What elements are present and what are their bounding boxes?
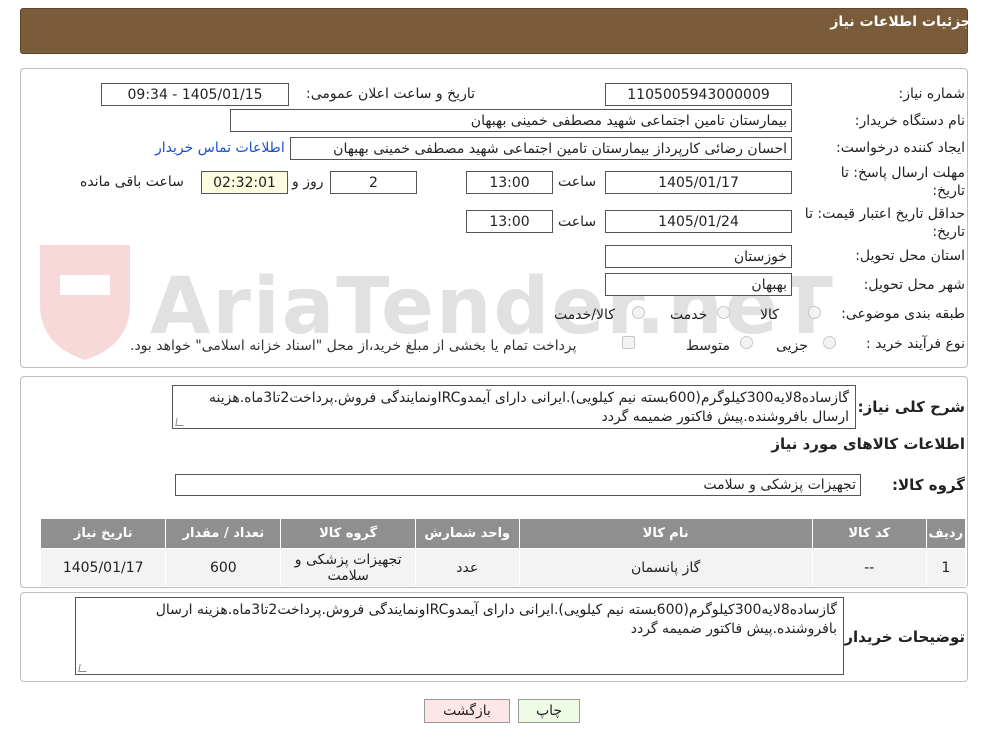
col-date: تاریخ نیاز <box>39 518 167 549</box>
process-option-medium: متوسط <box>686 338 730 354</box>
page-title: جزئیات اطلاعات نیاز <box>830 14 971 30</box>
process-option-minor: جزیی <box>776 338 808 354</box>
col-row: ردیف <box>925 518 967 549</box>
resize-handle-icon[interactable] <box>175 418 185 426</box>
cell-date: 1405/01/17 <box>39 548 167 587</box>
announce-label: تاریخ و ساعت اعلان عمومی: <box>306 86 475 102</box>
cell-code: -- <box>811 548 927 587</box>
need-number-label: شماره نیاز: <box>898 86 966 102</box>
resize-handle-icon[interactable] <box>78 664 88 672</box>
buyer-contact-link[interactable]: اطلاعات تماس خریدار <box>155 140 285 156</box>
creator-field: احسان رضائی کارپرداز بیمارستان تامین اجت… <box>290 137 792 160</box>
process-label: نوع فرآیند خرید : <box>866 336 965 352</box>
remaining-time-field: 02:32:01 <box>201 171 288 194</box>
buyer-org-label: نام دستگاه خریدار: <box>854 113 965 129</box>
col-group: گروه کالا <box>280 518 416 549</box>
treasury-checkbox[interactable] <box>622 336 635 349</box>
validity-label: حداقل تاریخ اعتبار قیمت: تا <box>804 206 965 222</box>
process-radio-minor[interactable] <box>823 336 836 349</box>
table-header-row: ردیف کد کالا نام کالا واحد شمارش گروه کا… <box>39 518 967 549</box>
cell-unit: عدد <box>414 548 520 587</box>
category-option-goods: کالا <box>760 307 779 323</box>
back-button[interactable]: بازگشت <box>424 699 510 723</box>
city-label: شهر محل تحویل: <box>863 277 965 293</box>
deadline-label: مهلت ارسال پاسخ: تا <box>840 165 965 181</box>
goods-table: ردیف کد کالا نام کالا واحد شمارش گروه کا… <box>39 518 967 587</box>
validity-time-field: 13:00 <box>466 210 553 233</box>
city-field: بهبهان <box>605 273 792 296</box>
deadline-time-field: 13:00 <box>466 171 553 194</box>
buyer-notes-label: توضیحات خریدار: <box>838 628 965 646</box>
goods-group-field: تجهیزات پزشکی و سلامت <box>175 474 861 496</box>
creator-label: ایجاد کننده درخواست: <box>836 140 965 156</box>
validity-time-label: ساعت <box>558 214 597 230</box>
description-label: شرح کلی نیاز: <box>857 398 965 416</box>
category-option-goods-service: کالا/خدمت <box>554 307 615 323</box>
cell-row: 1 <box>925 548 967 587</box>
validity-label-2: تاریخ: <box>932 224 965 240</box>
description-textarea[interactable]: گازساده8لایه300کیلوگرم(600بسته نیم کیلوی… <box>172 385 856 429</box>
category-radio-service[interactable] <box>717 306 730 319</box>
validity-date-field: 1405/01/24 <box>605 210 792 233</box>
category-radio-goods-service[interactable] <box>632 306 645 319</box>
description-text: گازساده8لایه300کیلوگرم(600بسته نیم کیلوی… <box>209 390 849 425</box>
process-radio-medium[interactable] <box>740 336 753 349</box>
announce-field: 1405/01/15 - 09:34 <box>101 83 289 106</box>
deadline-time-label: ساعت <box>558 174 597 190</box>
col-quantity: تعداد / مقدار <box>165 518 282 549</box>
col-code: کد کالا <box>811 518 927 549</box>
table-row: 1 -- گاز پانسمان عدد تجهیزات پزشکی و سلا… <box>39 548 967 587</box>
col-unit: واحد شمارش <box>414 518 520 549</box>
goods-group-label: گروه کالا: <box>892 476 965 494</box>
need-number-field: 1105005943000009 <box>605 83 792 106</box>
payment-note: پرداخت تمام یا بخشی از مبلغ خرید،از محل … <box>130 338 577 354</box>
deadline-label-2: تاریخ: <box>932 183 965 199</box>
cell-name: گاز پانسمان <box>518 548 813 587</box>
buyer-org-field: بیمارستان تامین اجتماعی شهید مصطفی خمینی… <box>230 109 792 132</box>
goods-section-title: اطلاعات کالاهای مورد نیاز <box>771 435 965 453</box>
category-option-service: خدمت <box>670 307 708 323</box>
print-button[interactable]: چاپ <box>518 699 580 723</box>
category-label: طبقه بندی موضوعی: <box>841 306 965 322</box>
category-radio-goods[interactable] <box>808 306 821 319</box>
deadline-date-field: 1405/01/17 <box>605 171 792 194</box>
province-label: استان محل تحویل: <box>855 248 965 264</box>
remaining-label: ساعت باقی مانده <box>80 174 184 190</box>
page-header <box>20 8 968 54</box>
province-field: خوزستان <box>605 245 792 268</box>
days-field: 2 <box>330 171 417 194</box>
cell-group: تجهیزات پزشکی و سلامت <box>280 548 416 587</box>
buyer-notes-text: گازساده8لایه300کیلوگرم(600بسته نیم کیلوی… <box>155 602 837 637</box>
col-name: نام کالا <box>518 518 813 549</box>
days-label: روز و <box>292 174 324 190</box>
cell-quantity: 600 <box>165 548 282 587</box>
buyer-notes-textarea[interactable]: گازساده8لایه300کیلوگرم(600بسته نیم کیلوی… <box>75 597 844 675</box>
